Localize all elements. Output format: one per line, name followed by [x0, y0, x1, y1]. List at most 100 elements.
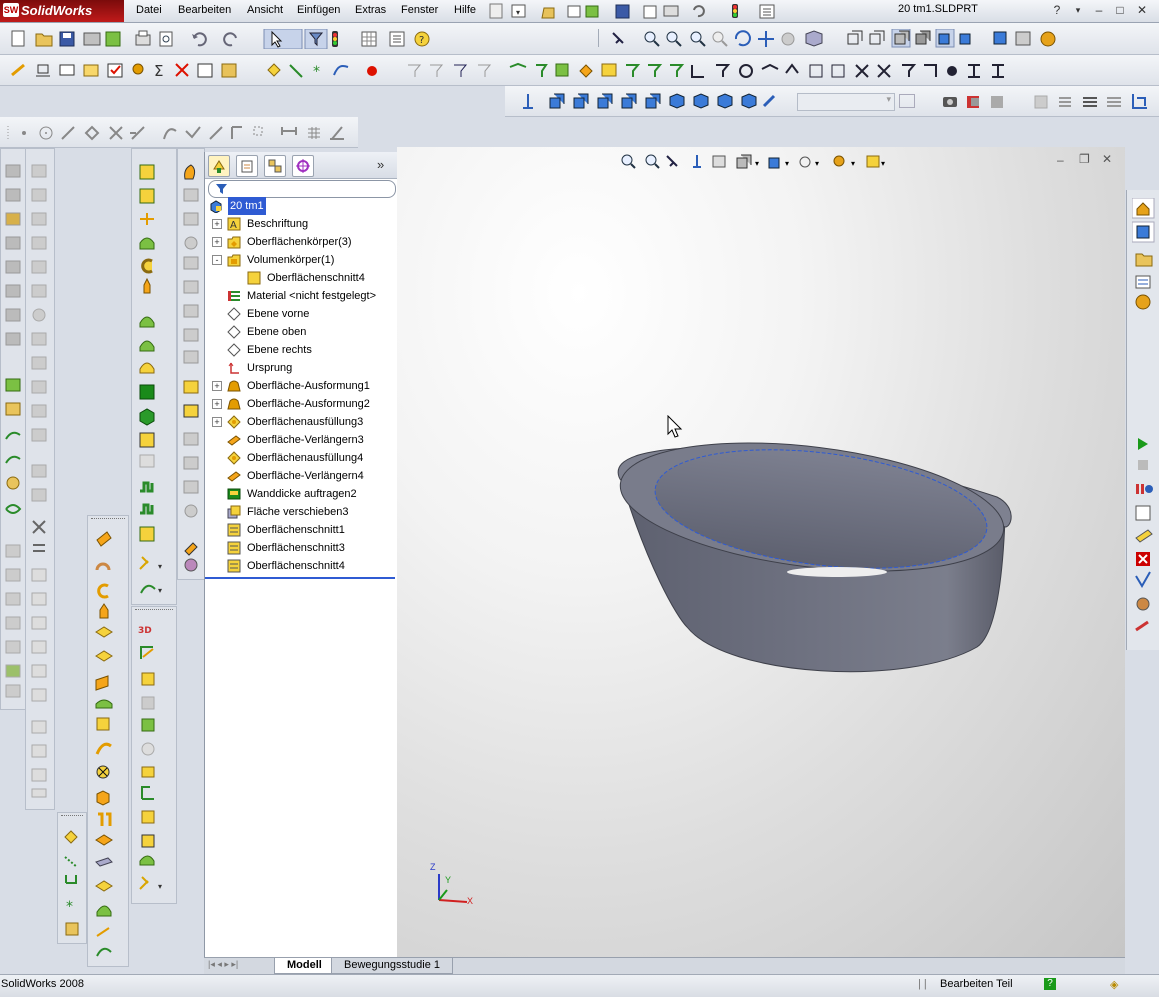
close-button[interactable]: ✕: [1134, 2, 1150, 18]
minimize-button[interactable]: –: [1091, 2, 1107, 18]
tree-item[interactable]: Oberfläche-Verlängern3: [205, 431, 397, 449]
configuration-dropdown[interactable]: ▾: [797, 93, 895, 111]
expand-icon[interactable]: +: [212, 381, 222, 391]
tree-item-label: Oberfläche-Ausformung1: [247, 380, 370, 392]
tree-item-label: Fläche verschieben3: [247, 506, 349, 518]
tab-dimxpertmanager[interactable]: [292, 155, 314, 177]
menu-datei[interactable]: Datei: [136, 3, 162, 17]
expand-icon[interactable]: +: [212, 399, 222, 409]
svg-text:▾: ▾: [785, 159, 789, 168]
tree-item[interactable]: Material <nicht festgelegt>: [205, 287, 397, 305]
help-button[interactable]: ?: [1049, 2, 1065, 18]
view-toolbar[interactable]: [608, 29, 1058, 49]
tree-item[interactable]: + Oberfläche-Ausformung1: [205, 377, 397, 395]
status-divider: | |: [918, 978, 927, 990]
help-status-icon[interactable]: ?: [1044, 978, 1056, 990]
move-face-icon: [227, 505, 241, 519]
tree-item-label: Oberflächenkörper(3): [247, 236, 352, 248]
surface-fill-icon: [227, 451, 241, 465]
collapse-icon[interactable]: -: [212, 255, 222, 265]
tree-item[interactable]: - Volumenkörper(1): [205, 251, 397, 269]
vertical-toolbar-2[interactable]: [25, 148, 55, 810]
svg-text:▾: ▾: [881, 159, 885, 168]
tree-item[interactable]: Fläche verschieben3: [205, 503, 397, 521]
tree-item[interactable]: Wanddicke auftragen2: [205, 485, 397, 503]
screen-capture-toolbar[interactable]: [941, 92, 1159, 112]
sketch-tools-toolbar[interactable]: [0, 117, 358, 148]
features-toolbar[interactable]: ▾ ▾: [131, 148, 177, 605]
help-dropdown-icon[interactable]: ▾: [1070, 2, 1086, 18]
menu-ansicht[interactable]: Ansicht: [247, 3, 283, 17]
tree-filter-input[interactable]: [208, 180, 396, 198]
tree-item[interactable]: + A Beschriftung: [205, 215, 397, 233]
svg-text:*: *: [313, 64, 320, 80]
tree-item[interactable]: Oberflächenausfüllung4: [205, 449, 397, 467]
tree-item[interactable]: Ebene vorne: [205, 305, 397, 323]
expand-icon[interactable]: +: [212, 417, 222, 427]
tree-item[interactable]: + Oberflächenausfüllung3: [205, 413, 397, 431]
maximize-button[interactable]: □: [1112, 2, 1128, 18]
tree-item[interactable]: Oberflächenschnitt4: [205, 557, 397, 575]
tree-item-label: Material <nicht festgelegt>: [247, 290, 377, 302]
graphics-area[interactable]: ▾ ▾ ▾ ▾ ▾ – ❐ ✕ Z Y X: [397, 147, 1125, 957]
rollback-bar[interactable]: [205, 577, 395, 579]
expand-icon[interactable]: +: [212, 237, 222, 247]
tree-item[interactable]: Oberflächenschnitt3: [205, 539, 397, 557]
tree-item[interactable]: Oberflächenschnitt1: [205, 521, 397, 539]
sketch-and-relations-toolbar[interactable]: Σ *: [10, 61, 1060, 81]
config-button[interactable]: [899, 94, 915, 108]
tree-item[interactable]: Ursprung: [205, 359, 397, 377]
vertical-toolbar-3[interactable]: *: [57, 812, 87, 944]
vertical-toolbar-1[interactable]: [0, 148, 26, 710]
tree-item[interactable]: Oberflächenschnitt4: [205, 269, 397, 287]
motion-controls[interactable]: [1132, 434, 1156, 639]
expand-icon[interactable]: +: [212, 219, 222, 229]
viewport-restore-button[interactable]: ❐: [1079, 152, 1090, 166]
viewport-close-button[interactable]: ✕: [1102, 152, 1112, 166]
menu-hilfe[interactable]: Hilfe: [454, 3, 476, 17]
vertical-toolbar-4[interactable]: [87, 515, 129, 967]
solidworks-logo[interactable]: SW SolidWorks: [0, 0, 124, 22]
svg-text:▾: ▾: [851, 159, 855, 168]
tab-scroll-arrows[interactable]: |◂ ◂ ▸ ▸|: [208, 959, 238, 970]
tab-bewegungsstudie[interactable]: Bewegungsstudie 1: [331, 958, 454, 974]
tree-item-label: Volumenkörper(1): [247, 254, 335, 266]
task-pane-tabs[interactable]: [1132, 198, 1156, 318]
tab-configurationmanager[interactable]: [264, 155, 286, 177]
tree-item[interactable]: Ebene oben: [205, 323, 397, 341]
material-icon: [228, 291, 240, 301]
standard-views-toolbar[interactable]: [520, 92, 780, 112]
rebuild-status-icon[interactable]: ◈: [1110, 978, 1118, 991]
viewport-minimize-button[interactable]: –: [1057, 153, 1064, 167]
tree-item-label: Oberfläche-Ausformung2: [247, 398, 370, 410]
origin-icon: [228, 362, 239, 374]
menu-bearbeiten[interactable]: Bearbeiten: [178, 3, 231, 17]
tree-item[interactable]: + Oberfläche-Ausformung2: [205, 395, 397, 413]
tab-propertymanager[interactable]: [236, 155, 258, 177]
mouse-cursor-icon: [667, 415, 683, 438]
vertical-toolbar-5[interactable]: [177, 148, 205, 580]
svg-text:Σ: Σ: [154, 62, 163, 80]
title-bar: SW SolidWorks Datei Bearbeiten Ansicht Ei…: [0, 0, 1159, 23]
svg-text:▾: ▾: [516, 8, 520, 17]
expand-chevron-icon[interactable]: »: [377, 157, 384, 172]
menu-extras[interactable]: Extras: [355, 3, 386, 17]
quick-access-toolbar[interactable]: ▾: [488, 2, 818, 20]
menu-einfuegen[interactable]: Einfügen: [297, 3, 340, 17]
filter-icon: [216, 184, 227, 194]
heads-up-view-toolbar[interactable]: ▾ ▾ ▾ ▾ ▾: [619, 153, 909, 171]
solid-bodies-folder-icon: [227, 254, 241, 267]
tab-modell[interactable]: Modell: [274, 958, 335, 974]
document-title: 20 tm1.SLDPRT: [898, 3, 978, 15]
tab-featuremanager[interactable]: [208, 155, 230, 177]
svg-text:▾: ▾: [158, 882, 162, 891]
menu-fenster[interactable]: Fenster: [401, 3, 438, 17]
tree-item[interactable]: + Oberflächenkörper(3): [205, 233, 397, 251]
features-toolbar-2[interactable]: 3D ▾: [131, 606, 177, 904]
model-shell-body[interactable]: [607, 437, 1027, 687]
svg-text:?: ?: [419, 35, 424, 46]
tree-item-label: Oberflächenschnitt1: [247, 524, 345, 536]
tree-item[interactable]: Oberfläche-Verlängern4: [205, 467, 397, 485]
standard-toolbar[interactable]: ?: [6, 29, 436, 49]
tree-item[interactable]: Ebene rechts: [205, 341, 397, 359]
